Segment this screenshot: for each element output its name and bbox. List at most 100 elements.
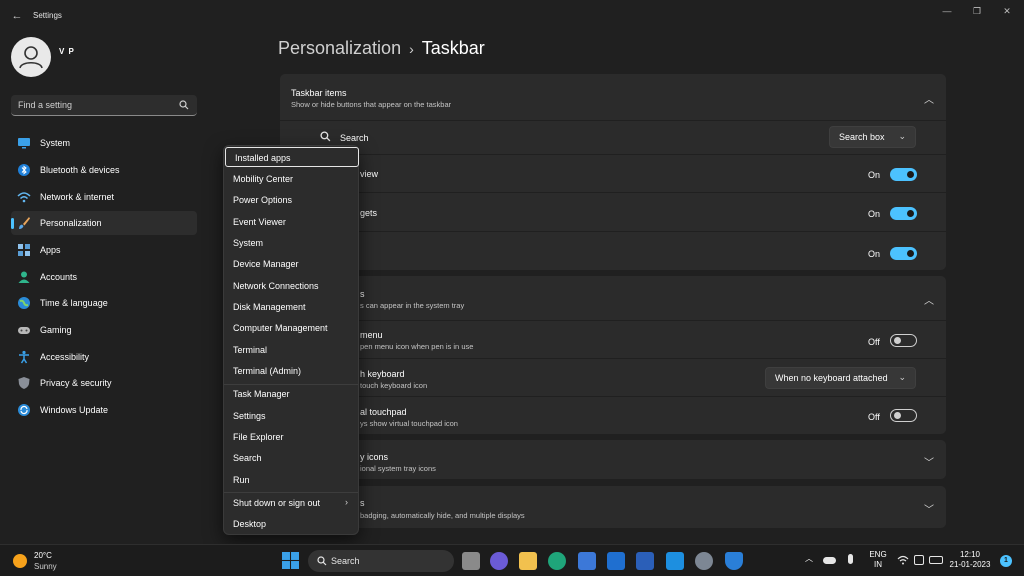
chat-row: On — [280, 231, 946, 270]
menu-item-desktop[interactable]: Desktop — [224, 514, 358, 534]
security-shield-icon[interactable] — [725, 552, 743, 570]
menu-item-network-connections[interactable]: Network Connections — [224, 276, 358, 296]
taskbar-behaviors-panel[interactable]: s badging, automatically hide, and multi… — [280, 486, 946, 528]
battery-icon[interactable] — [929, 556, 943, 564]
title-bar: ← Settings — ❐ ✕ — [0, 0, 1024, 32]
language-indicator[interactable]: ENG IN — [866, 550, 890, 570]
breadcrumb-parent[interactable]: Personalization — [278, 38, 401, 58]
app-title: Settings — [33, 11, 62, 20]
person-icon — [18, 271, 30, 283]
row-label: al touchpad — [360, 407, 407, 417]
pen-app-icon[interactable] — [636, 552, 654, 570]
chat-toggle[interactable] — [890, 247, 917, 260]
menu-item-computer-management[interactable]: Computer Management — [224, 318, 358, 338]
speaker-icon[interactable] — [914, 555, 924, 565]
sidebar-item-label: Gaming — [40, 325, 72, 335]
apps-icon — [18, 244, 30, 256]
corner-icons-panel: s s can appear in the system tray ︿ menu… — [280, 276, 946, 434]
chevron-up-icon[interactable]: ︿ — [803, 554, 815, 564]
wifi-icon — [17, 192, 31, 203]
microphone-icon[interactable] — [848, 554, 853, 564]
virtual-touchpad-toggle[interactable] — [890, 409, 917, 422]
search-icon — [317, 556, 327, 566]
menu-item-run[interactable]: Run — [224, 470, 358, 490]
section-title: s — [360, 289, 365, 299]
toggle-state: On — [868, 209, 881, 219]
menu-item-system[interactable]: System — [224, 233, 358, 253]
clock[interactable]: 12:10 21-01-2023 — [946, 550, 994, 570]
menu-item-device-manager[interactable]: Device Manager — [224, 254, 358, 274]
mail-icon[interactable] — [607, 552, 625, 570]
sidebar-item-bluetooth[interactable]: Bluetooth & devices — [11, 158, 197, 182]
weather-temperature[interactable]: 20°C — [34, 551, 52, 560]
menu-item-shut-down[interactable]: Shut down or sign out › — [224, 493, 358, 513]
keyboard-region: IN — [874, 560, 882, 569]
settings-gear-icon[interactable] — [695, 552, 713, 570]
menu-item-mobility-center[interactable]: Mobility Center — [224, 169, 358, 189]
windows-start-icon[interactable] — [282, 552, 299, 569]
edge-browser-icon[interactable] — [548, 552, 566, 570]
sidebar-item-label: Network & internet — [40, 192, 115, 202]
menu-item-terminal[interactable]: Terminal — [224, 340, 358, 360]
task-view-icon[interactable] — [462, 552, 480, 570]
menu-item-terminal-admin[interactable]: Terminal (Admin) — [224, 361, 358, 381]
section-title: y icons — [360, 452, 389, 462]
sidebar-item-personalization[interactable]: Personalization — [11, 211, 197, 235]
pen-menu-toggle[interactable] — [890, 334, 917, 347]
sidebar-item-windows-update[interactable]: Windows Update — [11, 398, 197, 422]
corner-icons-header[interactable]: s s can appear in the system tray ︿ — [280, 276, 946, 320]
app-icon[interactable] — [666, 552, 684, 570]
touch-keyboard-dropdown[interactable]: When no keyboard attached ⌄ — [765, 367, 916, 389]
weather-condition[interactable]: Sunny — [34, 562, 57, 571]
section-subtitle: s can appear in the system tray — [360, 301, 465, 310]
taskbar-items-header[interactable]: Taskbar items Show or hide buttons that … — [280, 74, 946, 120]
sidebar-item-label: Bluetooth & devices — [40, 165, 120, 175]
sidebar-item-apps[interactable]: Apps — [11, 238, 197, 262]
back-arrow-icon[interactable]: ← — [10, 9, 24, 23]
menu-item-settings[interactable]: Settings — [224, 406, 358, 426]
sidebar-item-time-language[interactable]: Time & language — [11, 291, 197, 315]
menu-item-file-explorer[interactable]: File Explorer — [224, 427, 358, 447]
sidebar-item-network[interactable]: Network & internet — [11, 185, 197, 209]
quick-link-menu: Installed apps Mobility Center Power Opt… — [223, 145, 359, 535]
sidebar-item-label: Apps — [40, 245, 61, 255]
person-icon — [19, 46, 43, 69]
sidebar-item-label: System — [40, 138, 71, 148]
taskbar-search[interactable]: Search — [308, 550, 454, 572]
menu-item-event-viewer[interactable]: Event Viewer — [224, 212, 358, 232]
widgets-toggle[interactable] — [890, 207, 917, 220]
restore-button[interactable]: ❐ — [962, 3, 992, 19]
sidebar-item-accounts[interactable]: Accounts — [11, 265, 197, 289]
row-label: gets — [360, 208, 378, 218]
sidebar-item-gaming[interactable]: Gaming — [11, 318, 197, 342]
menu-item-power-options[interactable]: Power Options — [224, 190, 358, 210]
sidebar-item-accessibility[interactable]: Accessibility — [11, 345, 197, 369]
sidebar-item-label: Personalization — [40, 218, 102, 228]
search-input[interactable]: Find a setting — [11, 95, 197, 116]
page-title: Taskbar — [421, 38, 485, 58]
search-mode-dropdown[interactable]: Search box ⌄ — [829, 126, 916, 148]
file-explorer-icon[interactable] — [519, 552, 537, 570]
store-icon[interactable] — [578, 552, 596, 570]
windows-taskbar: 20°C Sunny Search ︿ ENG IN 12:10 21-01-2… — [0, 544, 1024, 576]
section-subtitle: ional system tray icons — [360, 464, 436, 473]
sun-icon[interactable] — [13, 554, 27, 568]
cloud-icon[interactable] — [823, 557, 836, 564]
close-button[interactable]: ✕ — [992, 3, 1022, 19]
sidebar-item-system[interactable]: System — [11, 131, 197, 155]
sidebar-item-privacy[interactable]: Privacy & security — [11, 371, 197, 395]
task-view-toggle[interactable] — [890, 168, 917, 181]
menu-item-search[interactable]: Search — [224, 448, 358, 468]
menu-item-installed-apps[interactable]: Installed apps — [225, 147, 359, 167]
chat-icon[interactable] — [490, 552, 508, 570]
wifi-icon[interactable] — [897, 555, 909, 565]
bluetooth-icon — [18, 164, 30, 176]
avatar[interactable] — [11, 37, 51, 77]
gamepad-icon — [18, 327, 30, 334]
notification-badge[interactable]: 1 — [1000, 555, 1012, 567]
menu-item-disk-management[interactable]: Disk Management — [224, 297, 358, 317]
accessibility-icon — [19, 350, 29, 364]
menu-item-task-manager[interactable]: Task Manager — [224, 384, 358, 404]
minimize-button[interactable]: — — [932, 3, 962, 19]
corner-overflow-panel[interactable]: y icons ional system tray icons ﹀ — [280, 440, 946, 479]
